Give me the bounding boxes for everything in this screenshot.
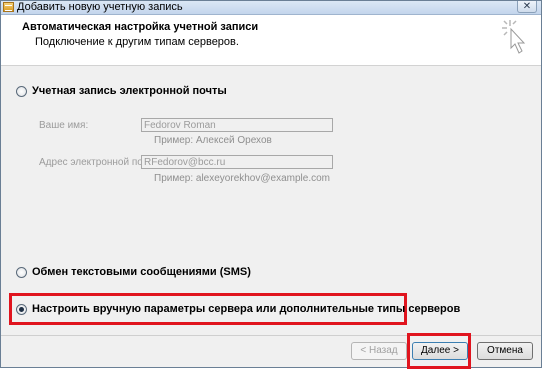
window-title: Добавить новую учетную запись (17, 1, 183, 13)
dialog-window: Добавить новую учетную запись ✕ Автомати… (0, 0, 542, 369)
email-input[interactable] (141, 155, 333, 169)
sms-option[interactable]: Обмен текстовыми сообщениями (SMS) (16, 265, 251, 279)
header-title: Автоматическая настройка учетной записи (22, 21, 259, 33)
next-button[interactable]: Далее > (412, 342, 468, 360)
sms-label: Обмен текстовыми сообщениями (SMS) (32, 266, 251, 278)
email-account-option[interactable]: Учетная запись электронной почты (16, 84, 227, 98)
mail-app-icon (3, 2, 14, 12)
email-hint: Пример: alexeyorekhov@example.com (154, 173, 330, 184)
email-account-radio[interactable] (16, 85, 27, 97)
manual-config-label: Настроить вручную параметры сервера или … (32, 303, 461, 315)
cancel-button[interactable]: Отмена (477, 342, 533, 360)
header-subtitle: Подключение к другим типам серверов. (35, 36, 239, 48)
title-bar: Добавить новую учетную запись ✕ (1, 1, 541, 15)
close-button[interactable]: ✕ (517, 1, 537, 13)
manual-config-option[interactable]: Настроить вручную параметры сервера или … (16, 302, 460, 316)
name-hint: Пример: Алексей Орехов (154, 135, 272, 146)
wizard-header: Автоматическая настройка учетной записи … (1, 15, 541, 66)
name-input[interactable] (141, 118, 333, 132)
back-button[interactable]: < Назад (351, 342, 407, 360)
name-label: Ваше имя: (39, 120, 89, 131)
sms-radio[interactable] (16, 266, 27, 278)
cursor-click-icon (502, 20, 526, 54)
email-account-label: Учетная запись электронной почты (32, 85, 227, 97)
manual-config-radio[interactable] (16, 303, 27, 315)
